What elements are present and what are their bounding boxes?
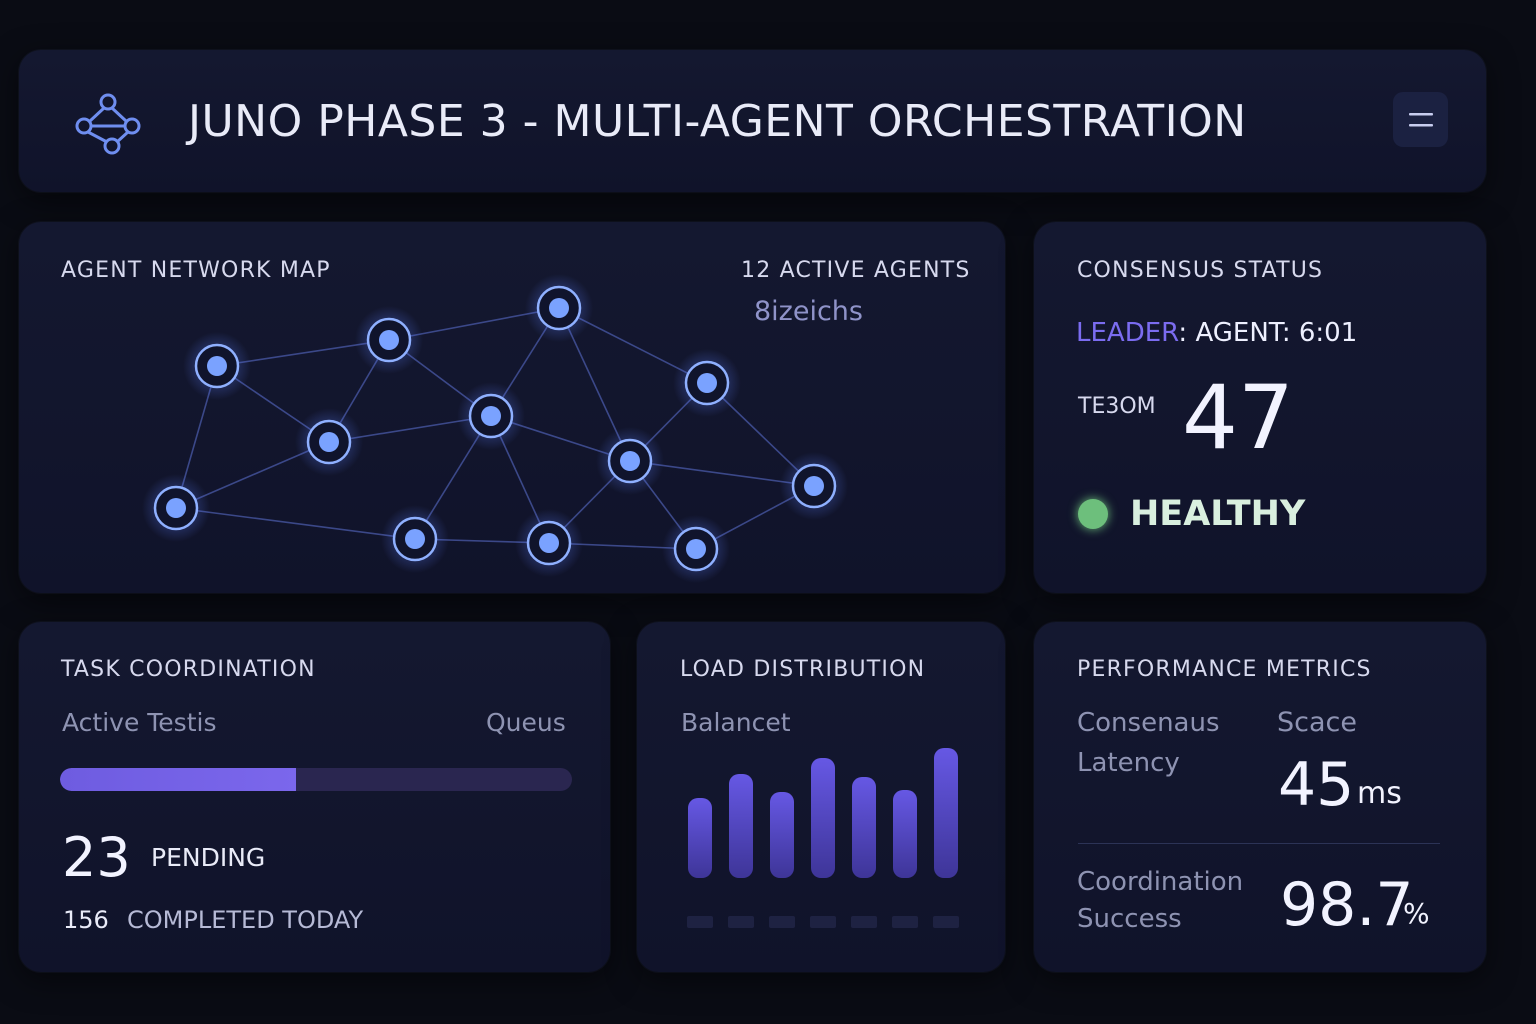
load-bar-label-slot <box>810 916 836 928</box>
term-label: TE3OM <box>1078 394 1156 419</box>
latency-label-line2: Latency <box>1077 748 1180 778</box>
load-bar <box>688 798 712 878</box>
agent-network-graph[interactable] <box>19 222 1005 593</box>
load-bar-label-slot <box>892 916 918 928</box>
completed-count: 156 <box>63 906 109 934</box>
load-bar <box>852 777 876 878</box>
load-bar <box>811 758 835 878</box>
agent-node[interactable] <box>662 515 730 583</box>
health-status-icon <box>1078 499 1108 529</box>
health-status-text: HEALTHY <box>1130 494 1306 534</box>
load-bar <box>893 790 917 878</box>
success-unit: % <box>1403 897 1430 930</box>
scale-label: Scace <box>1277 707 1357 738</box>
load-bar-label-slot <box>687 916 713 928</box>
load-bar-label-slot <box>769 916 795 928</box>
menu-icon <box>1408 112 1433 126</box>
pending-label: PENDING <box>151 843 266 872</box>
agent-node[interactable] <box>457 382 525 450</box>
success-label-line2: Success <box>1077 904 1182 934</box>
leader-row: LEADER: AGENT: 6:01 <box>1076 318 1357 348</box>
leader-label: LEADER <box>1076 318 1179 348</box>
load-bar-label-slot <box>851 916 877 928</box>
network-edge <box>175 507 416 540</box>
task-progress-bar <box>60 768 572 791</box>
queues-label: Queus <box>486 708 566 737</box>
load-bar <box>934 748 958 878</box>
agent-node[interactable] <box>515 509 583 577</box>
success-label-line1: Coordination <box>1077 867 1244 897</box>
app-title: JUNO PHASE 3 - MULTI-AGENT ORCHESTRATION <box>188 96 1247 147</box>
latency-label-line1: Consenaus <box>1077 708 1220 738</box>
leader-value: : AGENT: 6:01 <box>1178 318 1358 348</box>
load-bar-label-slot <box>933 916 959 928</box>
agent-node[interactable] <box>596 427 664 495</box>
pending-count: 23 <box>62 826 131 889</box>
agent-node[interactable] <box>142 474 210 542</box>
task-panel-title: TASK COORDINATION <box>61 657 316 682</box>
task-progress-fill <box>60 768 296 791</box>
load-bar-chart <box>687 748 959 928</box>
completed-label: COMPLETED TODAY <box>127 906 364 934</box>
term-value: 47 <box>1182 366 1294 469</box>
agent-node[interactable] <box>673 349 741 417</box>
agent-node[interactable] <box>183 332 251 400</box>
load-bar <box>770 792 794 878</box>
agent-node[interactable] <box>295 408 363 476</box>
latency-value: 45 <box>1278 750 1355 820</box>
load-bar <box>729 774 753 878</box>
active-tasks-label: Active Testis <box>62 708 217 737</box>
menu-button[interactable] <box>1393 92 1448 147</box>
agent-node[interactable] <box>780 452 848 520</box>
agent-node[interactable] <box>355 306 423 374</box>
latency-unit: ms <box>1357 776 1402 811</box>
load-panel-title: LOAD DISTRIBUTION <box>680 657 926 682</box>
perf-panel-title: PERFORMANCE METRICS <box>1077 657 1372 682</box>
agent-node[interactable] <box>381 505 449 573</box>
success-value: 98.7 <box>1280 870 1414 940</box>
consensus-panel-title: CONSENSUS STATUS <box>1077 258 1324 283</box>
network-logo-icon <box>75 93 141 155</box>
agent-node[interactable] <box>525 274 593 342</box>
load-bar-label-slot <box>728 916 754 928</box>
metrics-divider <box>1078 843 1440 844</box>
